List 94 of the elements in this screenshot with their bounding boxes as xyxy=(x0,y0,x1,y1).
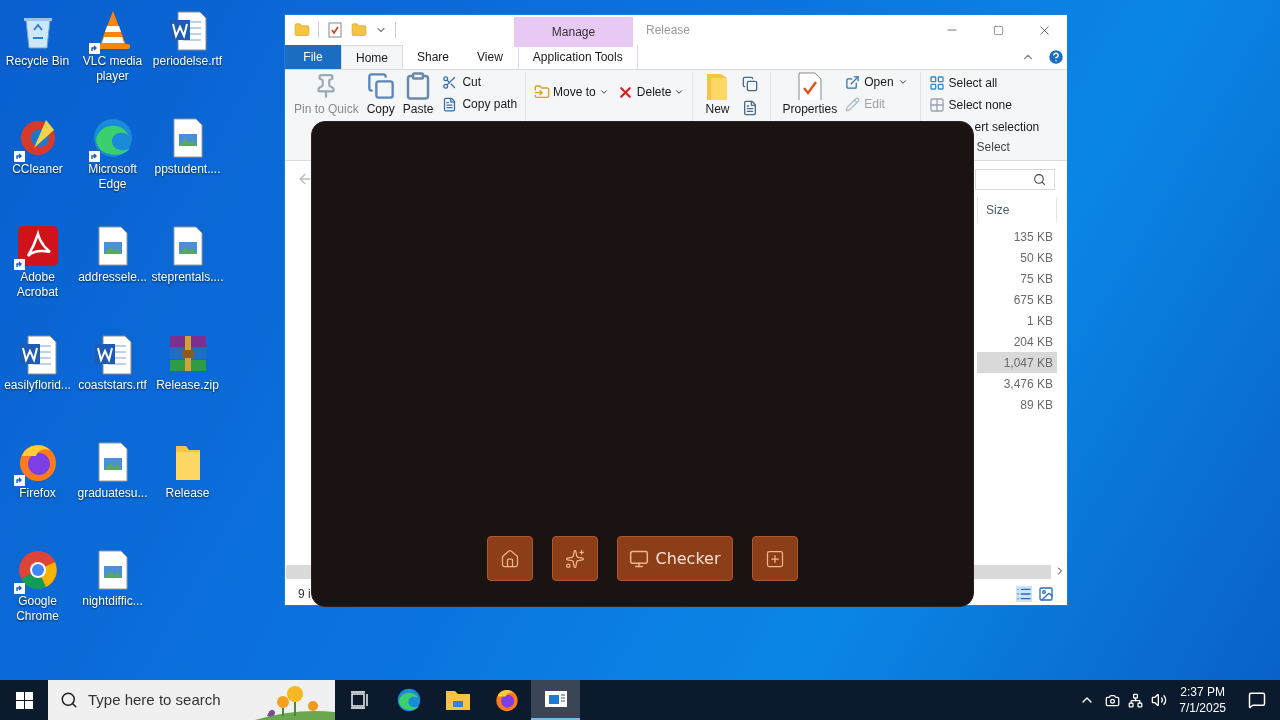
search-input[interactable]: Type here to search xyxy=(88,688,258,712)
volume-icon[interactable] xyxy=(1151,692,1168,708)
windows-logo-icon xyxy=(15,691,33,709)
ribbon-dropdown-button[interactable]: Move to xyxy=(534,82,609,102)
size-cell[interactable]: 1,047 KB xyxy=(977,352,1057,373)
select-all-icon xyxy=(928,75,945,91)
sparkles-icon xyxy=(565,548,586,569)
search-field[interactable] xyxy=(975,168,1055,190)
desktop-icon-label[interactable]: periodelse.rtf xyxy=(150,54,225,69)
ribbon-small-button[interactable]: Cut xyxy=(442,72,518,92)
context-tab-header: Manage xyxy=(514,17,633,47)
desktop-icon-label[interactable]: CCleaner xyxy=(0,162,75,177)
desktop-icon-label[interactable]: Adobe Acrobat xyxy=(0,270,75,300)
ribbon-large-button[interactable]: Paste xyxy=(399,72,437,116)
large-icons-view-icon[interactable] xyxy=(1038,586,1054,602)
new-button[interactable]: New xyxy=(705,72,730,116)
ribbon-tab[interactable]: Share xyxy=(403,45,464,69)
size-cell[interactable]: 50 KB xyxy=(977,247,1057,268)
caret-icon xyxy=(598,87,609,97)
column-header[interactable]: Size xyxy=(977,197,1057,223)
camera-icon[interactable] xyxy=(1105,692,1121,708)
copy-icon xyxy=(366,72,395,100)
pencil-icon xyxy=(845,96,861,112)
taskbar-search-field[interactable]: Type here to search xyxy=(48,680,335,720)
network-icon[interactable] xyxy=(1128,692,1144,708)
desktop-icon-label[interactable]: ppstudent.... xyxy=(150,162,225,177)
desktop-icon-label[interactable]: easilyflorid... xyxy=(0,378,75,393)
desktop-icon-label[interactable]: Release xyxy=(150,486,225,501)
task-view-icon xyxy=(349,691,370,709)
ribbon-small-button[interactable]: Copy path xyxy=(442,94,518,114)
back-icon[interactable] xyxy=(297,171,313,187)
path-icon xyxy=(442,96,458,112)
desktop-icon-label[interactable]: steprentals.... xyxy=(150,270,225,285)
size-cell[interactable]: 75 KB xyxy=(977,268,1057,289)
ribbon-tab[interactable]: File xyxy=(285,45,341,69)
folder-icon xyxy=(444,689,471,711)
size-cell[interactable]: 675 KB xyxy=(977,289,1057,310)
ribbon-tab[interactable]: Home xyxy=(341,45,403,69)
ribbon-small-button[interactable]: Select all xyxy=(928,72,998,94)
desktop-icon-label[interactable]: graduatesu... xyxy=(75,486,150,501)
icon-button[interactable] xyxy=(751,536,798,581)
size-cell[interactable]: 89 KB xyxy=(977,394,1057,415)
group-label: Select xyxy=(975,139,1011,156)
clock[interactable]: 2:37 PM 7/1/2025 xyxy=(1171,684,1234,716)
desktop-icon-label[interactable]: Microsoft Edge xyxy=(75,162,150,192)
plus-icon xyxy=(764,548,785,569)
ribbon-tab[interactable]: View xyxy=(463,45,517,69)
caret-icon xyxy=(674,87,685,97)
edge-icon xyxy=(395,687,422,713)
checker-button[interactable]: Checker xyxy=(617,536,733,581)
desktop-icon-label[interactable]: Firefox xyxy=(0,486,75,501)
size-cell[interactable]: 204 KB xyxy=(977,331,1057,352)
icon-button[interactable] xyxy=(487,536,534,581)
desktop-icon-label[interactable]: nightdiffic... xyxy=(75,594,150,609)
properties-button[interactable]: Properties xyxy=(782,72,838,116)
acrobat-icon xyxy=(15,224,60,268)
folder-arrow-icon xyxy=(534,84,551,100)
new-item-icon[interactable] xyxy=(741,76,758,92)
desktop-icon-label[interactable]: coaststars.rtf xyxy=(75,378,150,393)
caret-icon xyxy=(897,77,908,87)
desktop-icon-label[interactable]: addressele... xyxy=(75,270,150,285)
size-cell[interactable]: 3,476 KB xyxy=(977,373,1057,394)
ribbon-small-button[interactable]: Select none xyxy=(928,94,1012,116)
ribbon-small-button[interactable]: ert selection xyxy=(974,116,1040,138)
app-window-icon xyxy=(543,690,568,708)
monitor-icon xyxy=(629,548,650,569)
desktop-icon-label[interactable]: Release.zip xyxy=(150,378,225,393)
properties-icon xyxy=(796,72,823,100)
firefox-icon xyxy=(493,687,520,713)
status-text: 9 i xyxy=(298,586,311,603)
help-icon[interactable] xyxy=(1047,48,1065,66)
open-icon xyxy=(845,74,861,90)
ribbon-small-button[interactable]: Open xyxy=(845,72,908,92)
ribbon-dropdown-button[interactable]: Delete xyxy=(616,82,685,102)
maximize-icon xyxy=(992,24,1004,36)
properties-icon[interactable] xyxy=(327,22,343,38)
desktop-icon-label[interactable]: Recycle Bin xyxy=(0,54,75,69)
easy-access-icon[interactable] xyxy=(741,100,758,116)
new-folder-icon xyxy=(705,72,730,100)
size-cell[interactable]: 1 KB xyxy=(977,310,1057,331)
window-title: Release xyxy=(646,22,691,39)
scissors-icon xyxy=(442,74,458,90)
select-none-icon xyxy=(928,97,945,113)
desktop-icon-label[interactable]: Google Chrome xyxy=(0,594,75,624)
details-view-icon[interactable] xyxy=(1016,586,1032,602)
size-cell[interactable]: 135 KB xyxy=(977,226,1057,247)
home-icon xyxy=(500,548,521,569)
search-icon xyxy=(1033,172,1046,186)
icon-button[interactable] xyxy=(552,536,599,581)
desktop-icon-label[interactable]: VLC media player xyxy=(75,54,150,84)
search-icon xyxy=(60,691,78,709)
ribbon-large-button[interactable]: Copy xyxy=(363,72,398,116)
taskbar-app-button[interactable] xyxy=(531,680,580,720)
notifications-icon[interactable] xyxy=(1248,691,1266,709)
